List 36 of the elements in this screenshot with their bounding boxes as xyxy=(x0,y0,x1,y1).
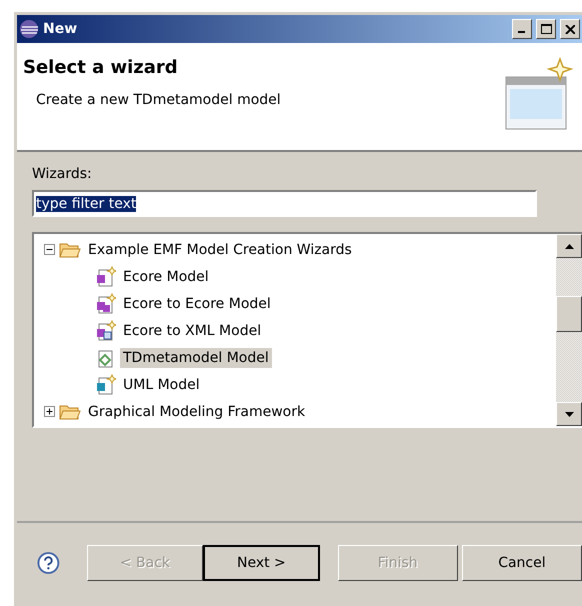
tree-item[interactable]: Ecore Model xyxy=(120,266,212,286)
page-title: Select a wizard xyxy=(23,57,179,78)
model-file-icon xyxy=(94,266,116,288)
close-icon xyxy=(565,24,575,34)
dialog-button[interactable]: Cancel xyxy=(462,545,582,581)
close-button[interactable] xyxy=(560,19,580,39)
maximize-icon xyxy=(540,24,552,34)
minimize-button[interactable] xyxy=(512,19,532,39)
scrollbar[interactable] xyxy=(556,234,582,426)
scroll-thumb[interactable] xyxy=(556,296,582,332)
help-icon[interactable] xyxy=(37,551,60,575)
down-arrow-icon xyxy=(564,412,574,416)
expand-icon[interactable] xyxy=(44,406,55,417)
dialog-button[interactable]: Next > xyxy=(203,545,320,581)
field-label: Wizards: xyxy=(32,166,92,182)
tree-item[interactable]: Ecore to Ecore Model xyxy=(120,294,274,314)
folder-icon xyxy=(59,240,81,258)
tree-item[interactable]: UML Model xyxy=(120,374,203,394)
tree-item[interactable]: Graphical Modeling Framework xyxy=(85,402,308,422)
page-description: Create a new TDmetamodel model xyxy=(35,92,282,108)
up-arrow-icon xyxy=(564,244,574,248)
scroll-down-button[interactable] xyxy=(556,402,582,426)
model-file-icon xyxy=(94,292,116,314)
folder-icon xyxy=(59,402,81,420)
filter-field[interactable]: type filter text xyxy=(32,190,537,217)
tree-item[interactable]: Ecore to XML Model xyxy=(120,320,264,340)
tree-item[interactable]: TDmetamodel Model xyxy=(120,348,272,368)
tree-item[interactable]: Example EMF Model Creation Wizards xyxy=(85,240,355,260)
app-logo-icon xyxy=(19,19,39,39)
window-title: New xyxy=(43,21,78,37)
scroll-up-button[interactable] xyxy=(556,234,582,258)
model-file-icon xyxy=(94,320,116,342)
collapse-icon[interactable] xyxy=(44,244,55,255)
model-file-icon xyxy=(94,374,116,396)
maximize-button[interactable] xyxy=(536,19,556,39)
filter-text: type filter text xyxy=(36,196,136,212)
